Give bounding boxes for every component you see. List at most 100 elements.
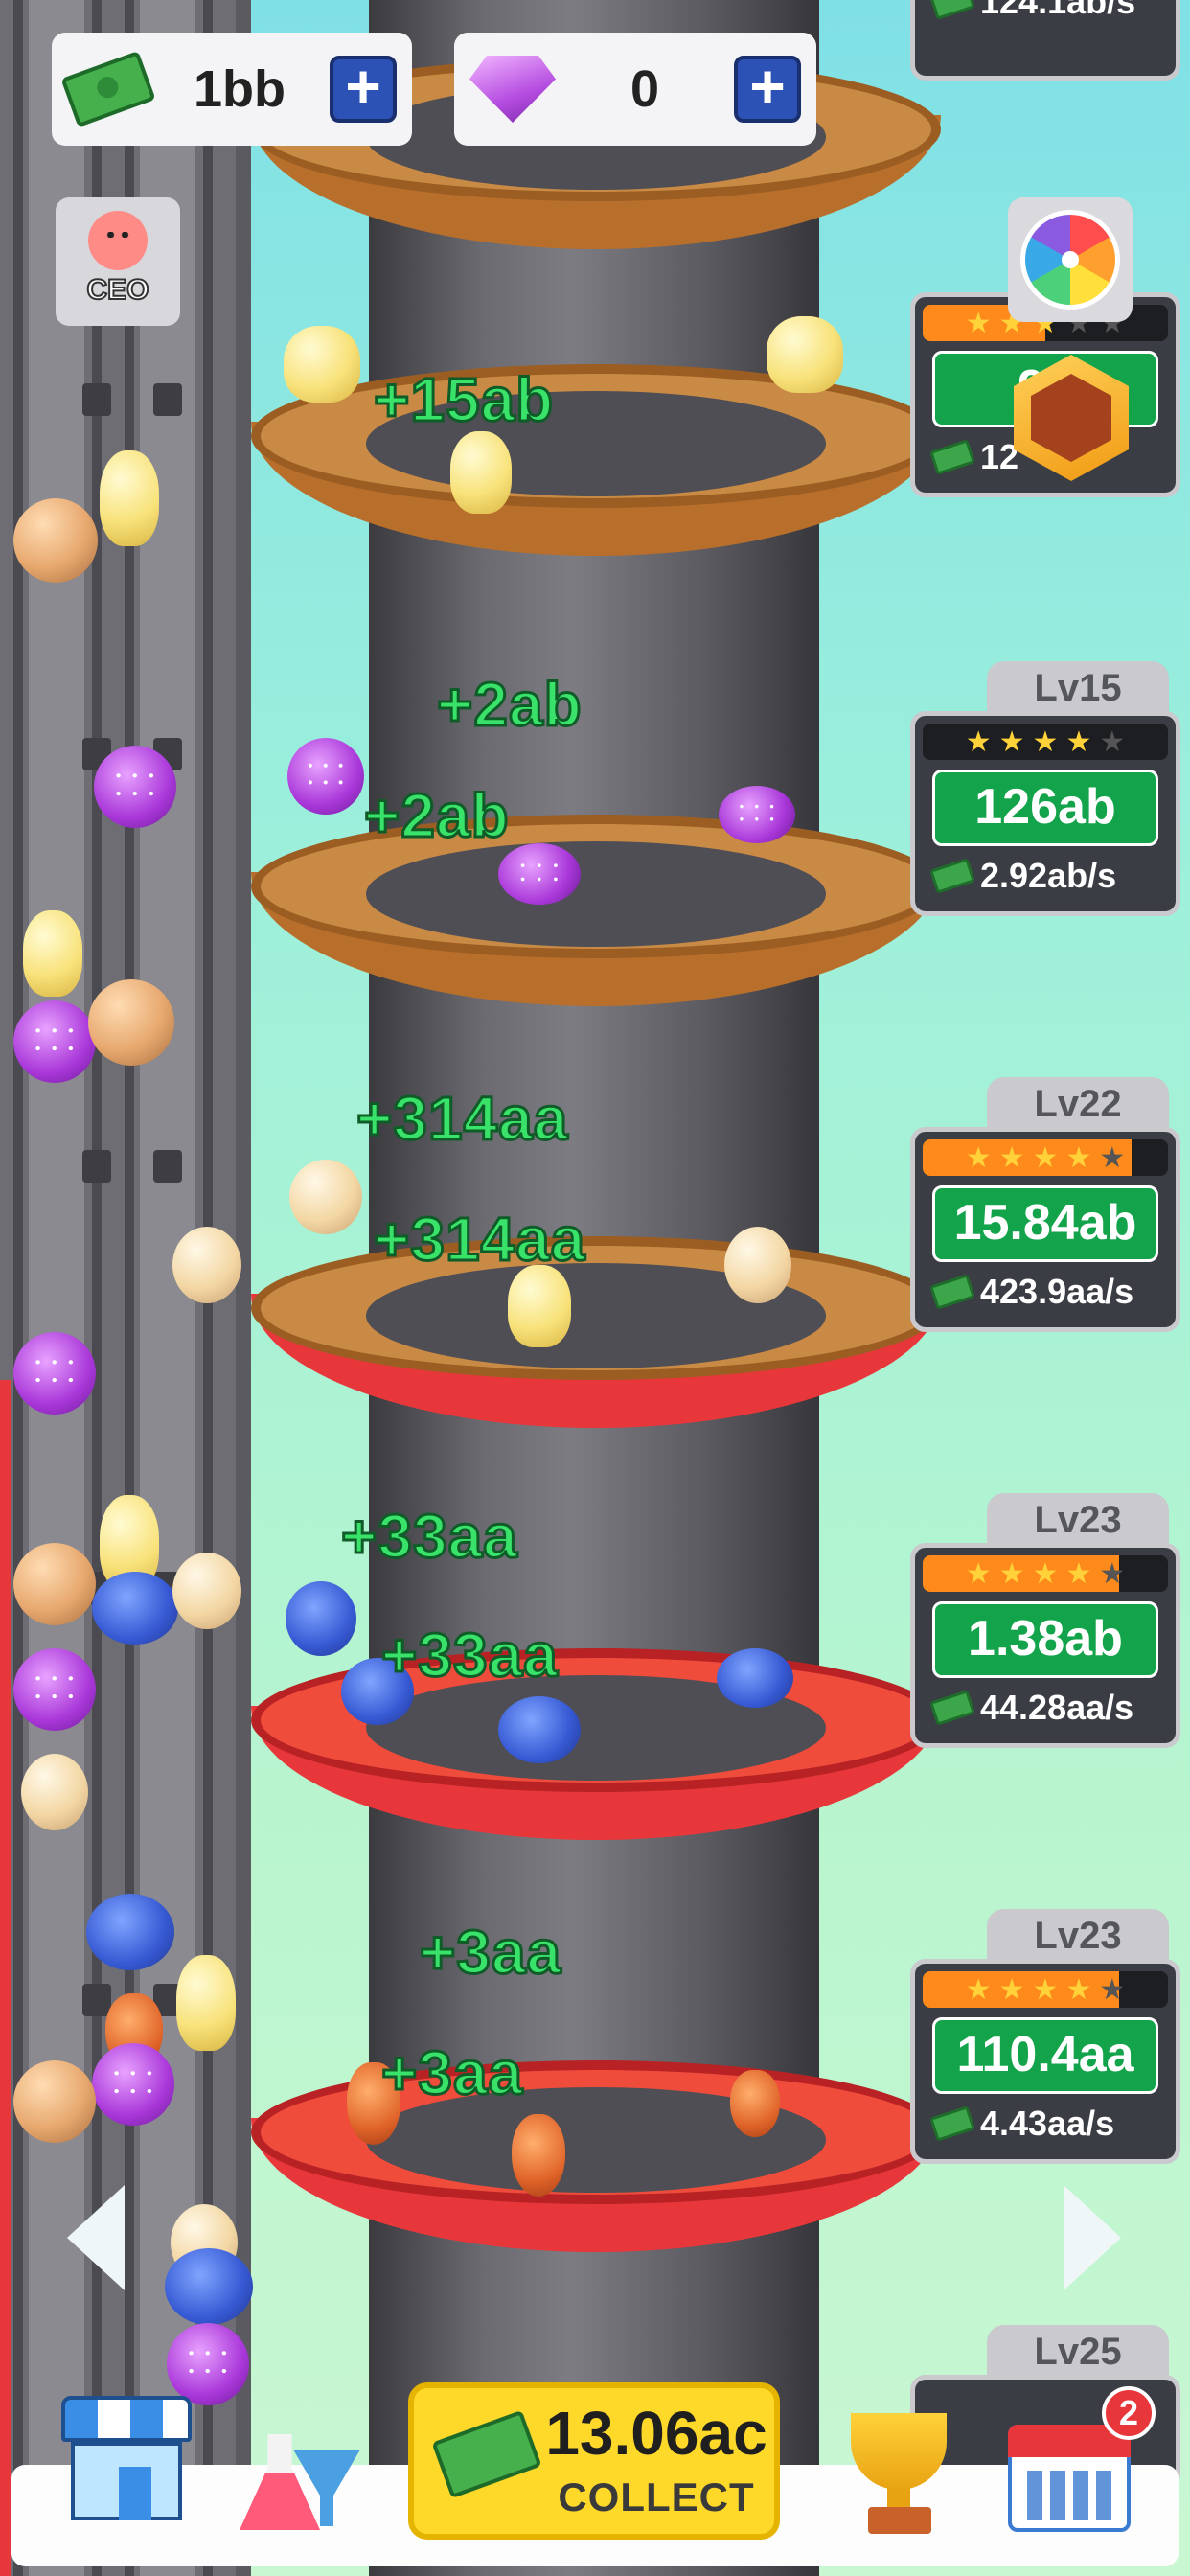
- chick-item: [508, 1265, 571, 1347]
- production-popup: +15ab: [372, 364, 555, 436]
- production-popup: +2ab: [363, 780, 511, 852]
- blue-blob-item: [165, 2248, 253, 2325]
- star-rating: ★ ★ ★ ★ ★: [923, 1139, 1168, 1176]
- floor-ring[interactable]: [251, 364, 941, 556]
- ceo-avatar-icon: [88, 211, 148, 270]
- cash-value: 1bb: [193, 60, 286, 118]
- production-popup: +33aa: [340, 1501, 519, 1573]
- spin-wheel-icon: [1020, 210, 1120, 310]
- mushroom-item: [167, 2323, 249, 2405]
- egg-item: [88, 979, 174, 1066]
- gem-counter: 0 +: [454, 33, 816, 146]
- floor-ring[interactable]: [251, 1236, 941, 1428]
- floor-capacity: 126ab: [932, 770, 1158, 846]
- gem-icon: [469, 56, 556, 123]
- production-popup: +33aa: [380, 1620, 560, 1691]
- floor-level-tab: Lv22: [987, 1077, 1169, 1131]
- floor-ring[interactable]: [251, 815, 941, 1006]
- mushroom-item: [719, 786, 795, 843]
- blue-blob-item: [86, 1894, 174, 1970]
- achievements-button[interactable]: [830, 2396, 973, 2540]
- production-popup: +3aa: [418, 1917, 562, 1989]
- egg-item: [172, 1552, 241, 1629]
- cash-icon: [929, 2105, 975, 2142]
- chick-item: [23, 910, 82, 997]
- cash-icon: [929, 1274, 975, 1310]
- production-popup: +314aa: [372, 1204, 586, 1276]
- floor-level-tab: Lv23: [987, 1493, 1169, 1547]
- floor-card[interactable]: ★ ★ ★ ★ ★ 126ab 2.92ab/s: [910, 711, 1180, 916]
- production-popup: +3aa: [379, 2037, 524, 2109]
- star-rating: ★ ★ ★ ★ ★: [923, 724, 1168, 760]
- mushroom-item: [92, 2043, 174, 2126]
- egg-item: [13, 498, 98, 583]
- production-popup: +314aa: [355, 1083, 569, 1155]
- chick-item: [176, 1955, 236, 2051]
- cash-icon: [929, 1690, 975, 1726]
- ceo-button[interactable]: CEO: [56, 197, 180, 326]
- chick-item: [284, 326, 360, 402]
- cash-stack-icon: [60, 50, 156, 128]
- floor-level-tab: Lv23: [987, 1909, 1169, 1963]
- egg-item: [13, 1543, 96, 1625]
- research-lab-button[interactable]: [230, 2396, 374, 2540]
- floor-rate: 124.1ab/s: [980, 0, 1136, 21]
- cash-stack-icon: [431, 2409, 542, 2499]
- research-lab-icon: [240, 2434, 320, 2530]
- chick-item: [100, 450, 159, 546]
- collect-amount: 13.06ac: [545, 2399, 767, 2468]
- cash-counter: 1bb +: [52, 33, 412, 146]
- egg-item: [724, 1227, 791, 1303]
- spin-wheel-button[interactable]: [1008, 197, 1133, 322]
- floor-capacity: 110.4aa: [932, 2017, 1158, 2094]
- floor-capacity: 1.38ab: [932, 1601, 1158, 1678]
- egg-item: [289, 1160, 362, 1234]
- ceo-label: CEO: [85, 273, 149, 307]
- blue-blob-item: [286, 1581, 356, 1656]
- cash-icon: [929, 858, 975, 894]
- collect-button[interactable]: 13.06ac COLLECT: [408, 2382, 780, 2540]
- egg-item: [13, 2060, 96, 2143]
- egg-item: [21, 1754, 88, 1830]
- mushroom-item: [287, 738, 364, 815]
- carrot-item: [730, 2070, 780, 2137]
- floor-rate: 44.28aa/s: [980, 1688, 1134, 1727]
- mushroom-item: [13, 1000, 96, 1083]
- shop-icon: [61, 2396, 192, 2442]
- floor-card[interactable]: 124.1ab/s: [910, 0, 1180, 80]
- chick-item: [767, 316, 843, 393]
- floor-level-tab: Lv25: [987, 2325, 1169, 2379]
- blue-blob-item: [498, 1696, 581, 1763]
- production-popup: +2ab: [436, 669, 584, 741]
- add-cash-button[interactable]: +: [330, 56, 397, 123]
- star-rating: ★ ★ ★ ★ ★: [923, 1555, 1168, 1592]
- shop-button[interactable]: [56, 2396, 199, 2540]
- mushroom-item: [13, 1332, 96, 1414]
- mushroom-item: [94, 746, 176, 828]
- cash-icon: [929, 439, 975, 475]
- star-rating: ★ ★ ★ ★ ★: [923, 1971, 1168, 2008]
- mushroom-item: [13, 1648, 96, 1731]
- floor-level-tab: Lv15: [987, 661, 1169, 715]
- trophy-icon: [851, 2413, 947, 2490]
- floor-card[interactable]: ★ ★ ★ ★ ★ 15.84ab 423.9aa/s: [910, 1127, 1180, 1332]
- cash-icon: [929, 0, 975, 20]
- floor-rate: 12: [980, 437, 1019, 476]
- floor-capacity: 15.84ab: [932, 1185, 1158, 1262]
- floor-card[interactable]: ★ ★ ★ ★ ★ 110.4aa 4.43aa/s: [910, 1959, 1180, 2164]
- floor-rate: 423.9aa/s: [980, 1272, 1134, 1311]
- blue-blob-item: [92, 1572, 178, 1644]
- chick-item: [450, 431, 512, 514]
- mushroom-item: [498, 843, 581, 905]
- egg-item: [172, 1227, 241, 1303]
- gems-value: 0: [629, 60, 660, 118]
- notification-badge: 2: [1102, 2386, 1156, 2440]
- floor-rate: 4.43aa/s: [980, 2104, 1115, 2143]
- floor-rate: 2.92ab/s: [980, 856, 1117, 895]
- collect-label: COLLECT: [558, 2474, 755, 2519]
- floor-card[interactable]: ★ ★ ★ ★ ★ 1.38ab 44.28aa/s: [910, 1543, 1180, 1748]
- add-gems-button[interactable]: +: [734, 56, 801, 123]
- carrot-item: [512, 2114, 565, 2196]
- arrow-right-icon[interactable]: [1064, 2185, 1121, 2290]
- blue-blob-item: [717, 1648, 793, 1708]
